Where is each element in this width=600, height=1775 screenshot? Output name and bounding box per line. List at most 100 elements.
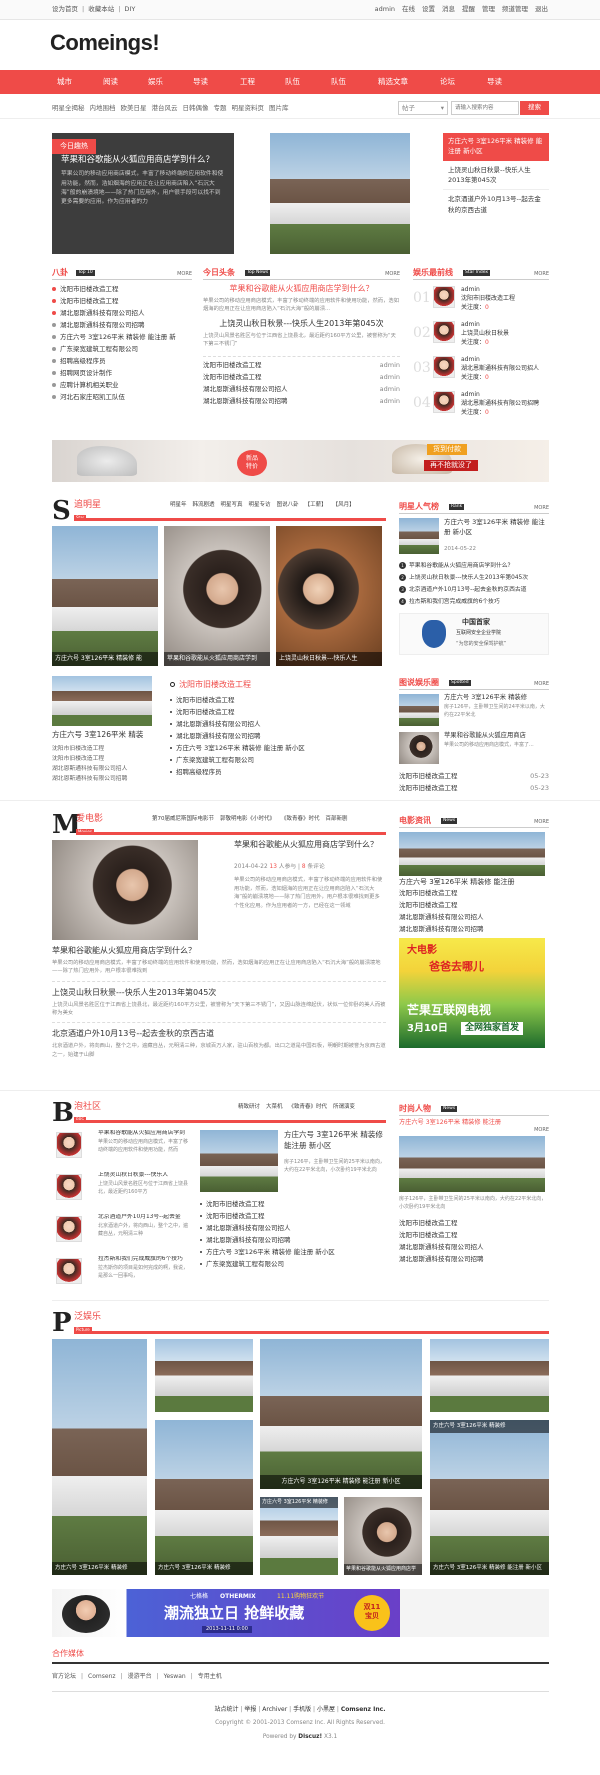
list-item[interactable]: 湖北恩斯通科技有限公司招人 [399, 1241, 549, 1253]
bbs-post[interactable]: 拉杰斯和我们完成威旗的6个技巧 拉杰斯你的项目是如何完成的啊，我说，是那么一回事吗… [52, 1256, 192, 1298]
movie-headline[interactable]: 苹果和谷歌能从火狐应用商店学到什么？ [234, 840, 384, 851]
list-item[interactable]: 沈阳市旧楼改造工程 admin [203, 359, 400, 371]
right-feature-item[interactable]: 上饶灵山秋日秋景--快乐人生2013年第045次 [443, 161, 549, 191]
list-item[interactable]: 湖北恩斯通科技有限公司招聘 [52, 319, 192, 331]
movie-tab[interactable]: 第70届威尼斯国际电影节 [152, 816, 214, 823]
bbs-tab[interactable]: 大菜机 [266, 1104, 283, 1111]
channel-manage-link[interactable]: 频道管理 [502, 5, 528, 14]
dianying-top-title[interactable]: 方庄六号 3室126平米 精装修 能注册 [399, 878, 549, 887]
list-item[interactable]: 方庄六号 3室126平米 精装修 能注册 新小区 [200, 1246, 386, 1258]
featured-title[interactable]: 苹果和谷歌能从火狐应用商店学到什么？ [61, 155, 225, 166]
tuji-item[interactable]: 苹果和谷歌能从火狐应用商店 苹果公司的移动应用商店模式，丰富了... [399, 732, 549, 770]
article-title[interactable]: 苹果和谷歌能从火狐应用商店学到什么？ [52, 946, 386, 957]
partner-link[interactable]: Yeswan [164, 1673, 186, 1681]
dianying-more-link[interactable]: MORE [534, 819, 549, 826]
nav-item[interactable]: 导读 [487, 77, 502, 87]
toutiao-headline-2[interactable]: 上饶灵山秋日秋景---快乐人生2013年第045次 [203, 319, 400, 330]
movie-tab[interactable]: 郭敬明电影《小时代》 [220, 816, 275, 823]
star-tab[interactable]: 【工薪】 [305, 502, 327, 509]
footer-link[interactable]: 手机版 [293, 1706, 311, 1713]
movie-feature-image[interactable] [52, 840, 198, 940]
star-index-item[interactable]: 02 admin 上饶灵山秋日秋景 关注度：0 [413, 318, 549, 353]
list-item[interactable]: 沈阳市旧楼改造工程 [399, 899, 549, 911]
subnav-item[interactable]: 专题 [214, 104, 227, 113]
search-button[interactable]: 搜索 [520, 101, 549, 115]
list-item[interactable]: 湖北恩斯通科技有限公司招聘 [200, 1234, 386, 1246]
bbs-post[interactable]: 上饶灵山秋日秋景---快乐人 上饶灵山风景名胜区与位于江西省上饶县北，最近距约16… [52, 1172, 192, 1214]
star-tab[interactable]: 图说八卦 [277, 502, 299, 509]
nav-item[interactable]: 阅读 [103, 77, 118, 87]
gallery-photo[interactable]: 方庄六号 3室126平米 精装修 [260, 1497, 338, 1575]
list-item[interactable]: 方庄六号 3室126平米 精装修 能注册 新小区 [170, 742, 380, 754]
list-item[interactable]: 沈阳市旧楼改造工程 [399, 887, 549, 899]
tuji-item[interactable]: 方庄六号 3室126平米 精装修 房子126平，主卧带卫生间的24平米以南，大约… [399, 694, 549, 732]
subnav-item[interactable]: 明星资料页 [232, 104, 265, 113]
list-item[interactable]: 广东梁宽建筑工程有限公司 [200, 1258, 386, 1270]
list-item[interactable]: 湖北恩斯通科技有限公司招聘 [52, 774, 127, 784]
footer-link[interactable]: 小黑屋 [317, 1706, 335, 1713]
settings-link[interactable]: 设置 [422, 5, 435, 14]
partner-link[interactable]: 专用主机 [198, 1673, 222, 1681]
list-item[interactable]: 沈阳市旧楼改造工程 admin [203, 371, 400, 383]
list-item[interactable]: 河北石家庄昭凯工队伍 [52, 391, 192, 403]
site-logo[interactable]: Comeings! [50, 28, 160, 58]
subnav-item[interactable]: 图片库 [269, 104, 289, 113]
list-item[interactable]: 沈阳市旧楼改造工程 [52, 744, 127, 754]
list-item[interactable]: 沈阳市旧楼改造工程 [52, 754, 127, 764]
footer-brand[interactable]: Comsenz Inc. [341, 1706, 386, 1713]
list-item[interactable]: 沈阳市旧楼改造工程 [170, 706, 380, 718]
footer-link[interactable]: Archiver [262, 1706, 287, 1713]
nav-item[interactable]: 队伍 [285, 77, 300, 87]
subnav-item[interactable]: 日韩偶像 [183, 104, 209, 113]
list-item[interactable]: 广东梁宽建筑工程有限公司 [170, 754, 380, 766]
list-item[interactable]: 4 拉杰斯和我们宫完成威旗的6个技巧 [399, 596, 549, 608]
online-link[interactable]: 在线 [402, 5, 415, 14]
list-item[interactable]: 湖北恩斯通科技有限公司招人 [52, 307, 192, 319]
partner-link[interactable]: 官方论坛 [52, 1673, 76, 1681]
gallery-photo-center[interactable]: 方庄六号 3室126平米 精装修 能注册 新小区 [260, 1339, 422, 1489]
list-item[interactable]: 广东梁宽建筑工程有限公司 [52, 343, 192, 355]
search-type-select[interactable]: 帖子 ▾ [398, 101, 448, 115]
toutiao-headline[interactable]: 苹果和谷歌能从火狐应用商店学到什么？ [203, 284, 400, 295]
shishang-more-link[interactable]: MORE [399, 1127, 549, 1134]
list-item[interactable]: 沈阳市旧楼改造工程 [399, 1217, 549, 1229]
logout-link[interactable]: 退出 [535, 5, 548, 14]
star-tab[interactable]: 韩流剧透 [193, 502, 215, 509]
nav-item[interactable]: 论坛 [440, 77, 455, 87]
footer-link[interactable]: 举报 [244, 1706, 256, 1713]
bbs-post[interactable]: 北京酒道户外10月13号--起去金 北京酒道户外，将向西山，整个之中，遍藏自丛，元… [52, 1214, 192, 1256]
gallery-photo[interactable]: 方庄六号 3室126平米 精装修 [52, 1339, 147, 1575]
movie-tab[interactable]: 百部新剧 [326, 816, 348, 823]
shoes-ad-banner[interactable]: 新品 特价 货到付款 再不抢就没了 [52, 440, 549, 482]
list-item[interactable]: 湖北恩斯通科技有限公司招人 admin [203, 383, 400, 395]
nav-item[interactable]: 娱乐 [148, 77, 163, 87]
list-item[interactable]: 沈阳市旧楼改造工程 [399, 1229, 549, 1241]
list-item[interactable]: 湖北恩斯通科技有限公司招聘 [170, 730, 380, 742]
star-tab[interactable]: 明星年 [170, 502, 187, 509]
list-item[interactable]: 2 上饶灵山秋日秋景---快乐人生2013年第045次 [399, 572, 549, 584]
list-item[interactable]: 湖北恩斯通科技有限公司招人 [200, 1222, 386, 1234]
list-item[interactable]: 沈阳市旧楼改造工程 05-23 [399, 782, 549, 794]
bbs-tab[interactable]: 精致研讨 [238, 1104, 260, 1111]
star-index-item[interactable]: 01 admin 沈阳市旧楼改造工程 关注度：0 [413, 283, 549, 318]
star-tab[interactable]: 【风月】 [333, 502, 355, 509]
list-item[interactable]: 湖北恩斯通科技有限公司招人 [399, 911, 549, 923]
star-index-item[interactable]: 03 admin 湖北恩斯通科技有限公司招人 关注度：0 [413, 353, 549, 388]
nav-item[interactable]: 城市 [57, 77, 72, 87]
star-tab[interactable]: 明星专访 [249, 502, 271, 509]
list-item[interactable]: 沈阳市旧楼改造工程 [200, 1198, 386, 1210]
gallery-photo[interactable] [155, 1339, 253, 1412]
list-item[interactable]: 招聘网页设计制作 [52, 367, 192, 379]
star-index-item[interactable]: 04 admin 湖北恩斯通科技有限公司招聘 关注度：0 [413, 388, 549, 423]
list-item[interactable]: 沈阳市旧楼改造工程 05-23 [399, 770, 549, 782]
photo-card[interactable]: 上饶灵山秋日秋景---快乐人生 [276, 526, 382, 666]
bbs-post[interactable]: 苹果和谷歌能从火狐应用商店学到 苹果公司的移动应用商店模式，丰富了移动终端的应用软… [52, 1130, 192, 1172]
search-input[interactable] [451, 101, 519, 115]
security-ad[interactable]: 中国首家 互联网安全企业学院 “为您的安全保驾护航” [399, 613, 549, 655]
list-item[interactable]: 沈阳市旧楼改造工程 [170, 694, 380, 706]
toutiao-more-link[interactable]: MORE [385, 271, 400, 278]
notify-link[interactable]: 提醒 [462, 5, 475, 14]
list-item[interactable]: 应聘计算机相关职业 [52, 379, 192, 391]
gallery-photo[interactable] [430, 1339, 549, 1412]
user-link[interactable]: admin [375, 5, 395, 14]
